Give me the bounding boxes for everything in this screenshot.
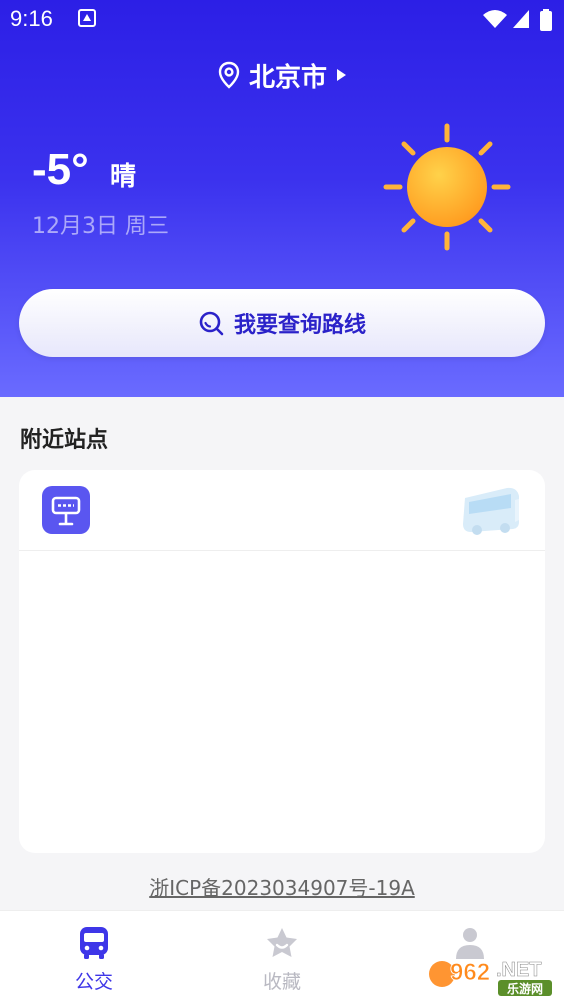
location-pin-icon [218, 61, 240, 89]
status-time: 9:16 [10, 6, 53, 31]
svg-text:.NET: .NET [496, 959, 542, 981]
wifi-icon [483, 10, 507, 28]
icp-link[interactable]: 浙ICP备2023034907号-19A [0, 872, 564, 901]
bus-icon [80, 927, 108, 959]
watermark-badge-icon: 962 .NET 乐游网 [429, 959, 552, 996]
route-search-button[interactable]: 我要查询路线 [19, 289, 545, 357]
tab-bus[interactable]: 公交 [0, 911, 188, 1005]
weather-date: 12月3日 周三 [32, 214, 169, 239]
route-search-label: 我要查询路线 [233, 313, 366, 338]
nearby-section-title: 附近站点 [20, 428, 109, 453]
temperature: -5° [32, 145, 89, 194]
star-icon [267, 928, 297, 957]
watermark-logo: 962 .NET 乐游网 [428, 952, 558, 998]
tab-bus-label: 公交 [74, 971, 113, 993]
bus-illustration-icon [463, 487, 519, 535]
caret-right-icon [337, 69, 346, 81]
notification-icon [78, 9, 96, 27]
status-bar: 9:16 [0, 0, 564, 38]
tab-favorites[interactable]: 收藏 [188, 911, 376, 1005]
city-name: 北京市 [248, 62, 327, 93]
bus-stop-icon [42, 486, 90, 534]
weather-condition: 晴 [110, 162, 137, 192]
svg-text:962: 962 [450, 959, 490, 986]
sun-icon [383, 123, 511, 251]
signal-icon [513, 10, 529, 28]
city-selector[interactable]: 北京市 [0, 55, 564, 95]
battery-icon [540, 9, 552, 31]
nearby-card-header [19, 470, 545, 551]
tab-favorites-label: 收藏 [262, 971, 301, 993]
svg-text:乐游网: 乐游网 [507, 981, 543, 996]
search-icon [199, 311, 224, 336]
nearby-stops-card [19, 470, 545, 853]
